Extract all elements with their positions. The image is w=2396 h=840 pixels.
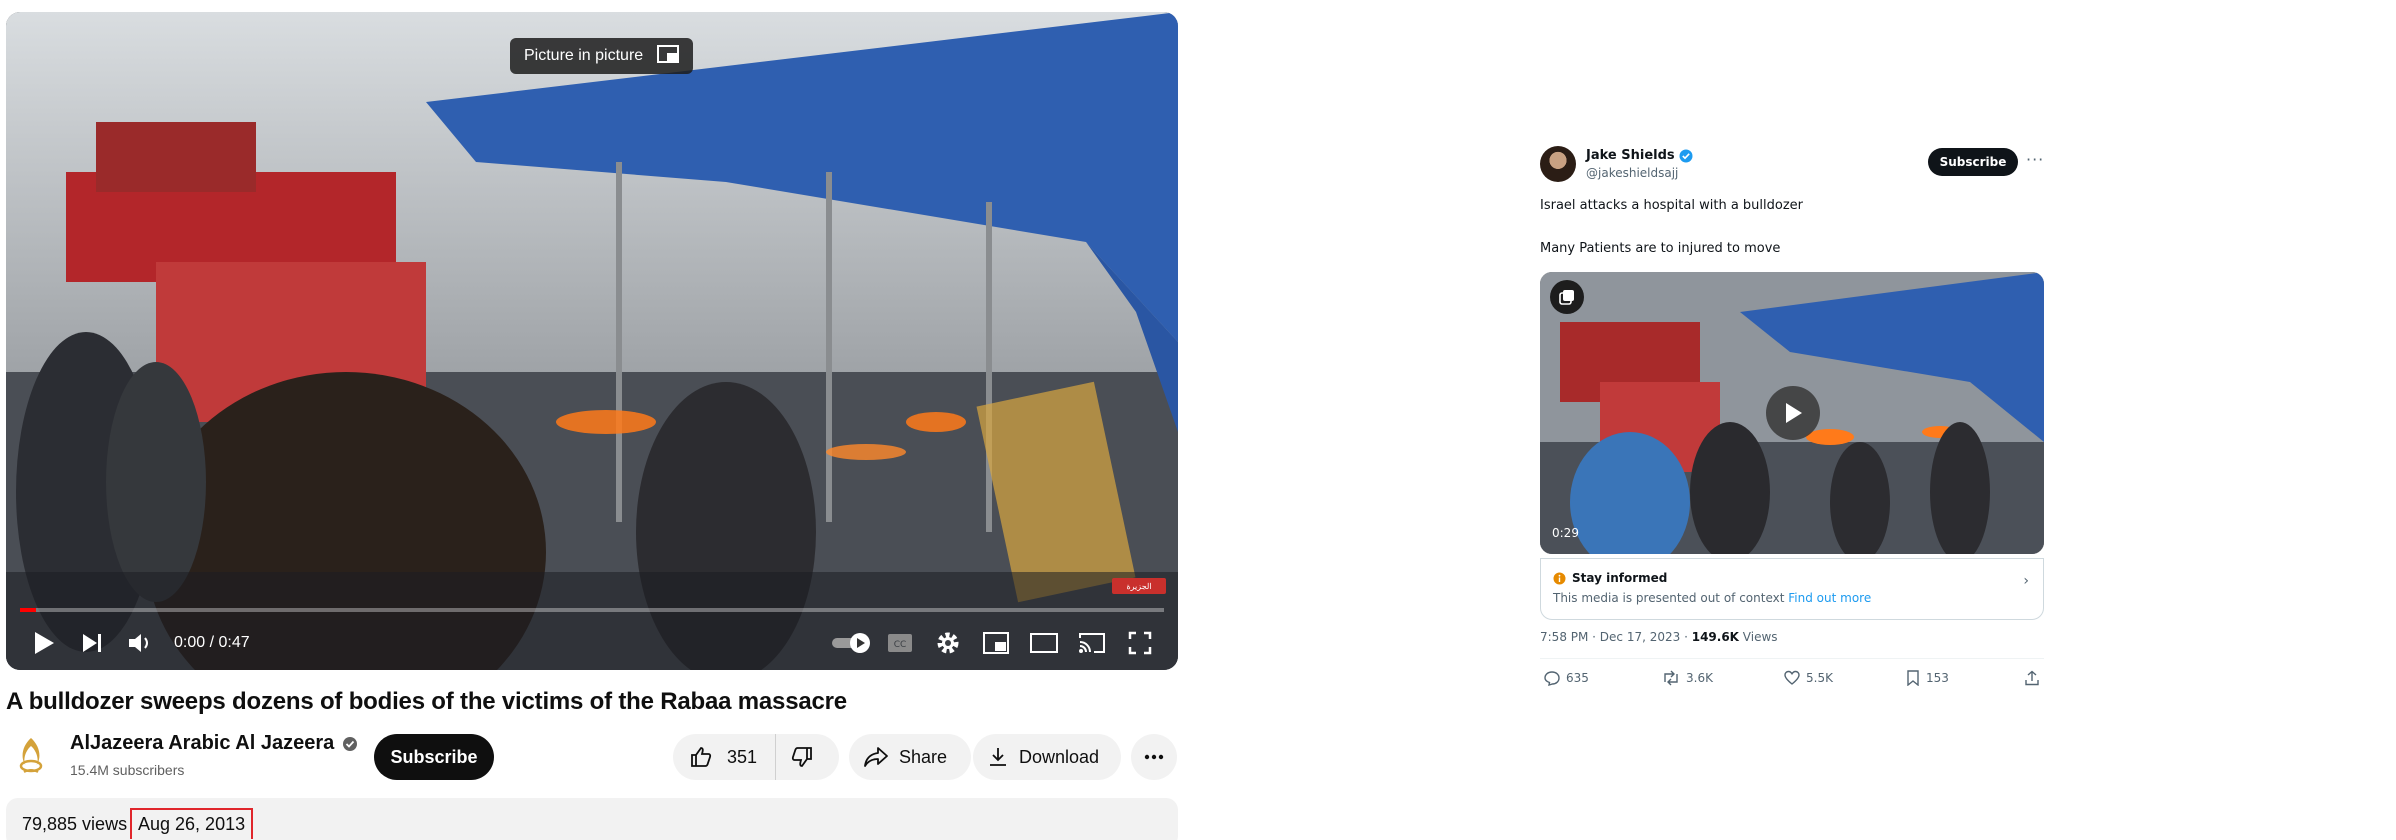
tweet-play-button[interactable] xyxy=(1766,386,1820,440)
verified-icon xyxy=(343,736,358,751)
pip-icon xyxy=(657,44,680,68)
download-button[interactable]: Download xyxy=(973,734,1121,780)
volume-icon xyxy=(129,634,148,652)
like-tweet-button[interactable]: 5.5K xyxy=(1784,670,1833,686)
video-frame xyxy=(6,12,1178,670)
fullscreen-icon xyxy=(1128,631,1152,655)
context-body-text: This media is presented out of context xyxy=(1553,591,1785,605)
bookmark-count: 153 xyxy=(1926,671,1949,685)
tweet-text-line-2: Many Patients are to injured to move xyxy=(1540,241,1781,256)
channel-name[interactable]: AlJazeera Arabic Al Jazeera xyxy=(70,732,358,755)
subscriber-count: 15.4M subscribers xyxy=(70,762,185,778)
upload-date: Aug 26, 2013 xyxy=(130,808,254,839)
volume-button[interactable] xyxy=(116,626,164,660)
download-icon xyxy=(990,748,1006,766)
pip-tooltip: Picture in picture xyxy=(510,38,694,74)
reply-icon xyxy=(1544,671,1560,686)
channel-watermark: الجزيرة xyxy=(1112,578,1166,594)
cast-icon xyxy=(1079,633,1105,653)
theater-icon xyxy=(1030,633,1058,653)
repost-button[interactable]: 3.6K xyxy=(1662,670,1713,686)
context-title: Stay informed xyxy=(1553,571,1667,585)
pip-tooltip-text: Picture in picture xyxy=(524,47,644,64)
views-label: Views xyxy=(1738,630,1778,644)
like-dislike-group: 351 xyxy=(673,734,839,780)
repost-icon xyxy=(1664,670,1678,686)
view-count: 79,885 views xyxy=(22,814,128,834)
time-display: 0:00 / 0:47 xyxy=(174,634,250,651)
chevron-right-icon: › xyxy=(2023,573,2029,589)
tweet-meta: 7:58 PM · Dec 17, 2023 · 149.6K Views xyxy=(1540,630,1778,644)
miniplayer-icon xyxy=(983,632,1009,654)
context-title-text: Stay informed xyxy=(1572,571,1668,585)
tweet-subscribe-button[interactable]: Subscribe xyxy=(1928,148,2018,176)
more-actions-button[interactable] xyxy=(1131,734,1177,780)
player-controls: 0:00 / 0:47 CC xyxy=(6,626,1178,660)
bookmark-icon xyxy=(1907,670,1919,686)
upload-share-icon xyxy=(2025,670,2039,686)
video-duration: 0:29 xyxy=(1552,526,1579,540)
dislike-button[interactable] xyxy=(776,734,828,780)
fullscreen-button[interactable] xyxy=(1116,626,1164,660)
author-name: Jake Shields xyxy=(1586,148,1675,163)
tweet-timestamp[interactable]: 7:58 PM · Dec 17, 2023 · xyxy=(1540,630,1692,644)
repost-count: 3.6K xyxy=(1686,671,1713,685)
next-button[interactable] xyxy=(68,626,116,660)
like-count: 351 xyxy=(727,746,758,767)
play-button[interactable] xyxy=(20,626,68,660)
progress-bar[interactable] xyxy=(20,608,1164,612)
share-icon xyxy=(864,747,888,767)
context-notice[interactable]: Stay informed This media is presented ou… xyxy=(1540,558,2044,620)
settings-button[interactable] xyxy=(924,626,972,660)
cast-button[interactable] xyxy=(1068,626,1116,660)
media-copy-icon[interactable] xyxy=(1550,280,1584,314)
like-button[interactable]: 351 xyxy=(673,734,777,780)
progress-played xyxy=(20,608,37,612)
video-player[interactable]: Picture in picture الجزيرة 0:00 / 0:47 C… xyxy=(6,12,1178,670)
channel-name-text: AlJazeera Arabic Al Jazeera xyxy=(70,732,335,754)
thumbs-down-icon xyxy=(791,747,812,767)
tweet-author[interactable]: Jake Shields xyxy=(1586,148,1693,163)
svg-text:CC: CC xyxy=(894,640,907,650)
tweet-actions: 635 3.6K 5.5K 153 xyxy=(1540,670,2044,690)
tweet-text-line-1: Israel attacks a hospital with a bulldoz… xyxy=(1540,198,1804,213)
reply-count: 635 xyxy=(1566,671,1589,685)
share-label: Share xyxy=(899,746,948,767)
like-count-tweet: 5.5K xyxy=(1806,671,1833,685)
theater-button[interactable] xyxy=(1020,626,1068,660)
skip-next-icon xyxy=(83,634,101,652)
tweet-more-icon[interactable]: ··· xyxy=(2026,150,2044,169)
autoplay-icon xyxy=(832,633,870,653)
screenshot-composite: Picture in picture الجزيرة 0:00 / 0:47 C… xyxy=(0,0,2396,840)
heart-icon xyxy=(1784,670,1800,685)
more-horizontal-icon xyxy=(1144,754,1164,760)
play-icon xyxy=(1786,403,1802,423)
captions-button[interactable]: CC xyxy=(876,626,924,660)
miniplayer-button[interactable] xyxy=(972,626,1020,660)
reply-button[interactable]: 635 xyxy=(1544,670,1589,686)
gear-icon xyxy=(937,632,959,654)
subscribe-button[interactable]: Subscribe xyxy=(374,734,494,780)
context-body: This media is presented out of context F… xyxy=(1553,591,1871,605)
captions-icon: CC xyxy=(888,634,912,652)
tweet-view-count: 149.6K xyxy=(1691,630,1739,644)
play-icon xyxy=(35,632,54,654)
info-icon xyxy=(1553,572,1566,584)
find-out-more-link[interactable]: Find out more xyxy=(1788,591,1871,605)
avatar[interactable] xyxy=(1540,146,1576,182)
thumbs-up-icon xyxy=(691,747,712,767)
share-tweet-button[interactable] xyxy=(2024,670,2040,686)
divider xyxy=(1540,658,2044,659)
verified-badge-icon xyxy=(1679,149,1693,162)
autoplay-toggle[interactable] xyxy=(828,626,876,660)
download-label: Download xyxy=(1019,746,1100,767)
aljazeera-logo-icon xyxy=(19,738,43,773)
bookmark-button[interactable]: 153 xyxy=(1906,670,1949,686)
video-title: A bulldozer sweeps dozens of bodies of t… xyxy=(6,688,847,715)
tweet-video[interactable]: 0:29 xyxy=(1540,272,2044,554)
channel-avatar[interactable] xyxy=(10,734,52,776)
share-button[interactable]: Share xyxy=(849,734,971,780)
author-handle[interactable]: @jakeshieldsajj xyxy=(1586,166,1678,180)
